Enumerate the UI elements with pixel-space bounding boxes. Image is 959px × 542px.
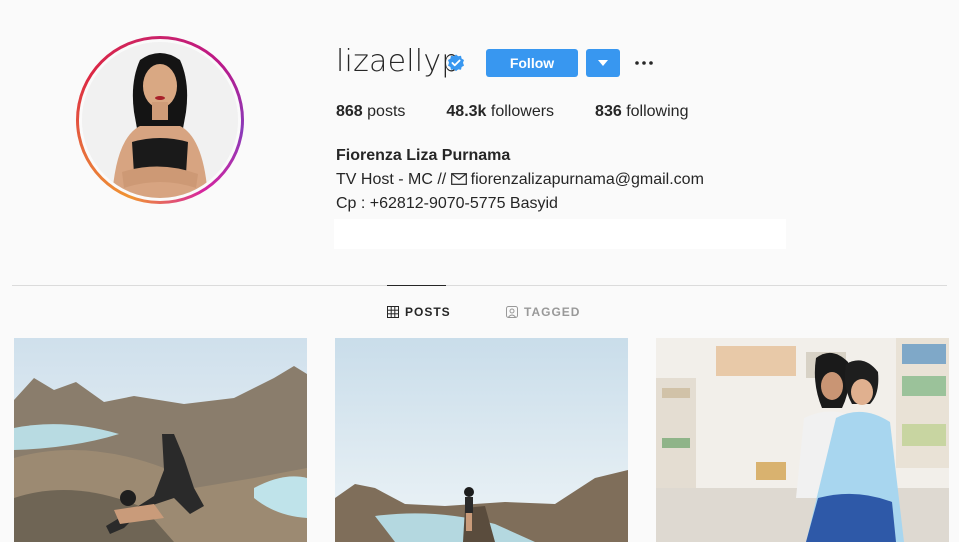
tagged-icon [506,306,518,318]
grid-icon [387,306,399,318]
post-thumbnail[interactable] [14,338,307,542]
chevron-down-icon [598,60,608,66]
profile-avatar[interactable] [76,36,244,204]
suggestions-dropdown-button[interactable] [586,49,620,77]
bio-blank-area [334,219,786,249]
bio-line-2: Cp : +62812-9070-5775 Basyid [336,195,558,212]
tab-posts[interactable]: POSTS [387,305,451,319]
active-tab-indicator [387,285,446,286]
verified-badge-icon [447,54,465,72]
ellipsis-icon [635,61,653,65]
profile-bio: Fiorenza Liza Purnama TV Host - MC // fi… [336,144,704,216]
bio-email: fiorenzalizapurnama@gmail.com [470,171,704,188]
tabs-divider [12,285,947,286]
avatar-photo [82,42,238,198]
envelope-icon [450,173,467,185]
posts-stat: 868 posts [336,103,406,120]
followers-stat[interactable]: 48.3k followers [446,103,554,121]
tab-tagged[interactable]: TAGGED [506,305,580,319]
profile-stats: 868 posts 48.3k followers 836 following [336,103,729,121]
post-thumbnail[interactable] [656,338,949,542]
post-thumbnail[interactable] [335,338,628,542]
profile-full-name: Fiorenza Liza Purnama [336,147,511,164]
follow-button[interactable]: Follow [486,49,578,77]
profile-username: lizaellyp [336,44,461,79]
following-stat[interactable]: 836 following [595,103,688,121]
more-options-button[interactable] [632,52,656,74]
bio-line-1: TV Host - MC // fiorenzalizapurnama@gmai… [336,171,704,188]
